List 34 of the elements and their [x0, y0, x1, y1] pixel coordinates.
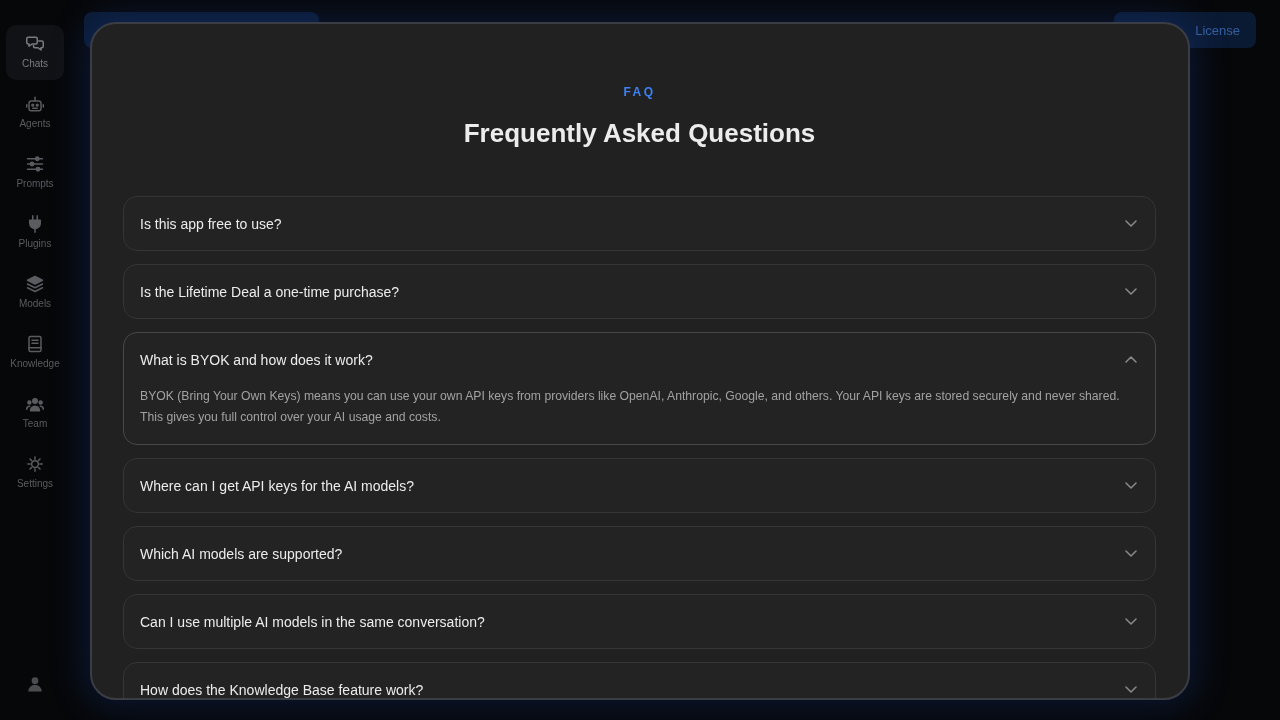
chevron-down-icon [1125, 618, 1137, 625]
sliders-icon [26, 155, 44, 173]
speech-bubbles-icon [26, 35, 44, 53]
people-icon [26, 395, 44, 413]
faq-question[interactable]: What is BYOK and how does it work? [124, 333, 1155, 386]
dialog-title: Frequently Asked Questions [462, 117, 817, 150]
book-icon [26, 335, 44, 353]
faq-question[interactable]: Is the Lifetime Deal a one-time purchase? [124, 265, 1155, 318]
chevron-down-icon [1125, 220, 1137, 227]
nav-item[interactable]: Team [6, 385, 64, 440]
faq-question[interactable]: Where can I get API keys for the AI models? [124, 459, 1155, 512]
nav-item[interactable]: Plugins [6, 205, 64, 260]
nav-item[interactable]: Agents [6, 85, 64, 140]
nav-item[interactable]: Knowledge [6, 325, 64, 380]
chevron-down-icon [1125, 550, 1137, 557]
faq-question[interactable]: Is this app free to use? [124, 197, 1155, 250]
chevron-up-icon [1125, 356, 1137, 363]
nav-item[interactable]: Settings [6, 445, 64, 500]
section-label: FAQ [622, 84, 657, 100]
faq-question[interactable]: How does the Knowledge Base feature work? [124, 663, 1155, 698]
nav-item[interactable]: Models [6, 265, 64, 320]
user-icon[interactable] [26, 675, 44, 693]
chevron-down-icon [1125, 686, 1137, 693]
layers-icon [26, 275, 44, 293]
robot-icon [26, 95, 44, 113]
chevron-down-icon [1125, 482, 1137, 489]
faq-question[interactable]: Which AI models are supported? [124, 527, 1155, 580]
nav-item[interactable]: Prompts [6, 145, 64, 200]
chevron-down-icon [1125, 288, 1137, 295]
plug-icon [26, 215, 44, 233]
answer-text: BYOK (Bring Your Own Keys) means you can use your own API keys from providers like OpenAI, Anthropic, Google, and others. Your API keys are stored securely and never shared. This gives you full control over your AI usage and costs. [139, 388, 1121, 426]
gear-icon [26, 455, 44, 473]
faq-question[interactable]: Can I use multiple AI models in the same conversation? [124, 595, 1155, 648]
nav-item[interactable]: Chats [6, 25, 64, 80]
